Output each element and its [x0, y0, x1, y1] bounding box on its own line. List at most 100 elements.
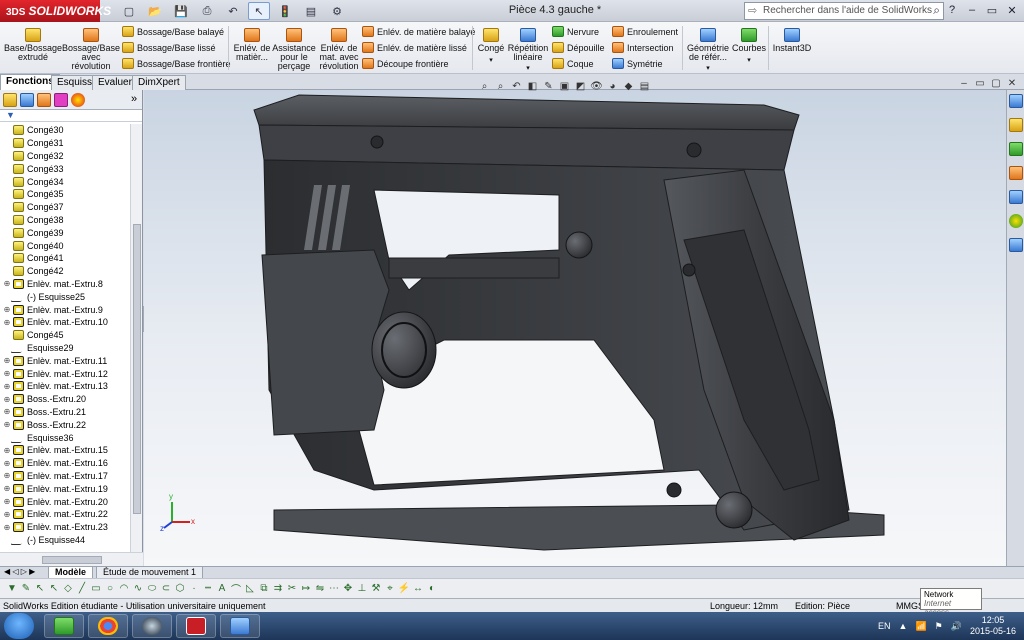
polygon-icon[interactable]: ⬡	[174, 583, 186, 595]
fillet-sketch-icon[interactable]: ⌒	[230, 583, 242, 596]
expand-toggle-icon[interactable]: ⊕	[3, 523, 11, 532]
home-icon[interactable]	[1009, 118, 1023, 132]
hide-show-items-icon[interactable]: 👁	[590, 80, 603, 93]
smart-dimension-icon[interactable]: ◇	[62, 583, 74, 595]
feature-tree-item[interactable]: Congé39	[0, 226, 131, 239]
rib-button[interactable]: Nervure	[552, 26, 599, 37]
linear-sketch-pattern-icon[interactable]: ⋯	[328, 583, 340, 595]
new-icon[interactable]: ▢	[118, 2, 140, 20]
chamfer-icon[interactable]: ◺	[244, 583, 256, 595]
expand-toggle-icon[interactable]: ⊕	[3, 471, 11, 480]
view-orientation-icon[interactable]: ▣	[558, 80, 571, 93]
centerline-icon[interactable]: ┅	[202, 583, 214, 595]
spline-icon[interactable]: ∿	[132, 583, 144, 595]
linear-pattern-button[interactable]: Répétition linéaire ▾	[506, 28, 550, 73]
expand-toggle-icon[interactable]: ⊕	[3, 420, 11, 429]
expand-toggle-icon[interactable]: ⊕	[3, 305, 11, 314]
help-icon[interactable]: ?	[944, 2, 960, 18]
filter-toolbar-icon[interactable]: ▼	[6, 583, 18, 595]
options-icon[interactable]: ⚙	[326, 2, 348, 20]
reference-geometry-dropdown-icon[interactable]: ▾	[706, 64, 710, 73]
feature-tree-item[interactable]: Congé31	[0, 137, 131, 150]
configuration-manager-icon[interactable]	[37, 92, 51, 107]
dynamic-annotation-icon[interactable]: ✎	[542, 80, 555, 93]
expand-toggle-icon[interactable]: ⊕	[3, 459, 11, 468]
graphics-area[interactable]: y x z	[144, 90, 1006, 566]
feature-tree-item[interactable]: Congé38	[0, 214, 131, 227]
revolved-cut-button[interactable]: Enlév. de mat. avec révolution	[316, 28, 362, 71]
reference-geometry-button[interactable]: Géométrie de référ... ▾	[686, 28, 730, 73]
arc-icon[interactable]: ◠	[118, 583, 130, 595]
feature-tree-scrollbar[interactable]	[130, 124, 142, 552]
boundary-cut-button[interactable]: Découpe frontière	[362, 58, 449, 69]
feature-tree-item[interactable]: Congé32	[0, 150, 131, 163]
revolved-boss-button[interactable]: Bossage/Base avec révolution	[62, 28, 120, 71]
feature-tree-item[interactable]: Congé41	[0, 252, 131, 265]
display-style-icon[interactable]: ◩	[574, 80, 587, 93]
linear-pattern-dropdown-icon[interactable]: ▾	[526, 64, 530, 73]
viewport-restore-icon[interactable]: ▭	[974, 78, 986, 89]
feature-tree-item[interactable]: Esquisse36	[0, 431, 131, 444]
draft-button[interactable]: Dépouille	[552, 42, 605, 53]
select-tool-icon[interactable]: ↖	[34, 583, 46, 595]
viewport-close-icon[interactable]: ✕	[1006, 78, 1018, 89]
mirror-sketch-icon[interactable]: ⇋	[314, 583, 326, 595]
clock[interactable]: 12:05 2015-05-16	[970, 615, 1016, 637]
feature-tree-item[interactable]: Congé34	[0, 175, 131, 188]
display-relations-icon[interactable]: ⊥	[356, 583, 368, 595]
fillet-dropdown-icon[interactable]: ▾	[489, 56, 493, 65]
feature-tree-item[interactable]: ⊕ Enlèv. mat.-Extru.10	[0, 316, 131, 329]
feature-tree-icon[interactable]	[3, 92, 17, 107]
rectangle-icon[interactable]: ▭	[90, 583, 102, 595]
start-button[interactable]	[4, 613, 34, 639]
curves-button[interactable]: Courbes ▾	[732, 28, 766, 65]
appearances-icon[interactable]	[1009, 214, 1023, 228]
expand-toggle-icon[interactable]: ⊕	[3, 369, 11, 378]
feature-tree-item[interactable]: ⊕ Enlèv. mat.-Extru.23	[0, 521, 131, 534]
feature-tree-item[interactable]: ⊕ Enlèv. mat.-Extru.13	[0, 380, 131, 393]
expand-toggle-icon[interactable]: ⊕	[3, 279, 11, 288]
expand-toggle-icon[interactable]: ⊕	[3, 395, 11, 404]
extruded-cut-button[interactable]: Enlév. de matièr...	[232, 28, 272, 62]
extruded-boss-button[interactable]: Base/Bossage extrudé	[4, 28, 62, 62]
lofted-boss-button[interactable]: Bossage/Base lissé	[122, 42, 216, 53]
custom-properties-icon[interactable]	[1009, 238, 1023, 252]
design-library-icon[interactable]	[1009, 142, 1023, 156]
filter-icon[interactable]: ▼	[0, 110, 142, 122]
feature-tree-hscrollbar[interactable]	[0, 552, 143, 566]
taskbar-solidworks[interactable]	[176, 614, 216, 638]
trim-icon[interactable]: ✂	[286, 583, 298, 595]
feature-tree-item[interactable]: ⊕ Enlèv. mat.-Extru.22	[0, 508, 131, 521]
feature-tree-item[interactable]: ⊕ Enlèv. mat.-Extru.16	[0, 457, 131, 470]
search-icon[interactable]: ⌕	[933, 3, 940, 18]
expand-toggle-icon[interactable]: ⊕	[3, 510, 11, 519]
feature-tree-item[interactable]: ⊕ Enlèv. mat.-Extru.9	[0, 303, 131, 316]
swept-cut-button[interactable]: Enlév. de matière balayé	[362, 26, 475, 37]
feature-tree-item[interactable]: ⊕ Enlèv. mat.-Extru.11	[0, 354, 131, 367]
save-icon[interactable]: 💾	[170, 2, 192, 20]
point-icon[interactable]: ·	[188, 583, 200, 595]
scrollbar-thumb[interactable]	[133, 224, 141, 514]
offset-icon[interactable]: ⧉	[258, 583, 270, 595]
viewport-minimize-icon[interactable]: –	[958, 78, 970, 89]
feature-tree-item[interactable]: Congé30	[0, 124, 131, 137]
rapid-sketch-icon[interactable]: ⚡	[398, 583, 410, 595]
apply-scene-icon[interactable]: ◆	[622, 80, 635, 93]
select-icon[interactable]: ↖	[248, 2, 270, 20]
taskbar-remote-desktop[interactable]	[220, 614, 260, 638]
feature-tree-item[interactable]: Congé33	[0, 162, 131, 175]
expand-toggle-icon[interactable]: ⊕	[3, 497, 11, 506]
taskbar-steam[interactable]	[132, 614, 172, 638]
mirror-button[interactable]: Symétrie	[612, 58, 663, 69]
feature-tree-item[interactable]: ⊕ Boss.-Extru.22	[0, 418, 131, 431]
hole-wizard-button[interactable]: Assistance pour le perçage	[272, 28, 316, 71]
taskbar-chrome[interactable]	[88, 614, 128, 638]
dimxpert-manager-icon[interactable]	[54, 92, 68, 107]
previous-view-icon[interactable]: ↶	[510, 80, 523, 93]
intersect-button[interactable]: Intersection	[612, 42, 674, 53]
viewport-maximize-icon[interactable]: ▢	[990, 78, 1002, 89]
line-icon[interactable]: ╱	[76, 583, 88, 595]
text-icon[interactable]: A	[216, 583, 228, 595]
undo-icon[interactable]: ↶	[222, 2, 244, 20]
section-view-icon[interactable]: ◧	[526, 80, 539, 93]
